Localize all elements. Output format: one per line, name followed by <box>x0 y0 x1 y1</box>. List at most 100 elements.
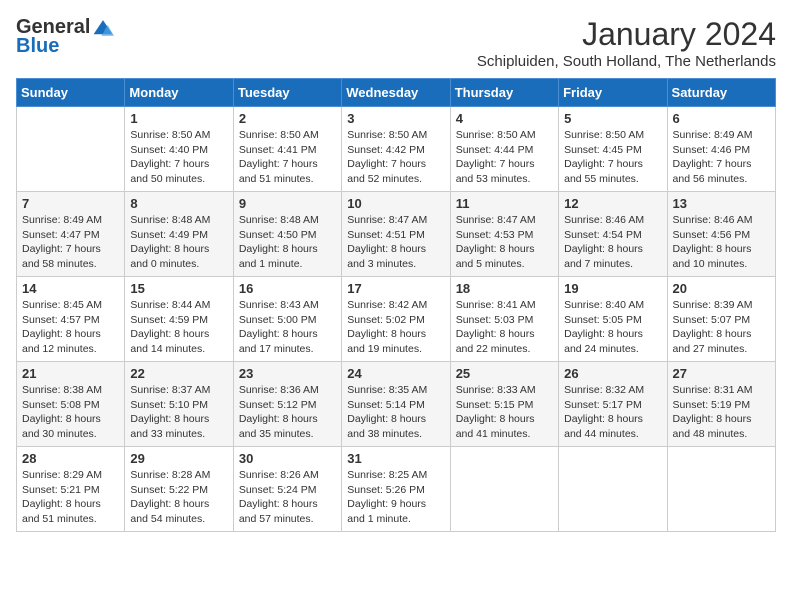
location: Schipluiden, South Holland, The Netherla… <box>477 53 776 70</box>
day-info: Sunrise: 8:44 AMSunset: 4:59 PMDaylight:… <box>130 298 227 357</box>
calendar-week-1: 1 Sunrise: 8:50 AMSunset: 4:40 PMDaylight… <box>17 107 776 192</box>
day-info: Sunrise: 8:25 AMSunset: 5:26 PMDaylight:… <box>347 468 444 527</box>
day-number: 7 <box>22 196 119 211</box>
day-number: 4 <box>456 111 553 126</box>
header-friday: Friday <box>559 79 667 107</box>
calendar-cell <box>17 107 125 192</box>
calendar-cell: 22 Sunrise: 8:37 AMSunset: 5:10 PMDayligh… <box>125 362 233 447</box>
day-number: 20 <box>673 281 770 296</box>
logo: General Blue <box>16 16 114 58</box>
day-info: Sunrise: 8:49 AMSunset: 4:46 PMDaylight:… <box>673 128 770 187</box>
calendar-cell: 8 Sunrise: 8:48 AMSunset: 4:49 PMDaylight… <box>125 192 233 277</box>
day-number: 2 <box>239 111 336 126</box>
day-info: Sunrise: 8:40 AMSunset: 5:05 PMDaylight:… <box>564 298 661 357</box>
calendar-cell: 25 Sunrise: 8:33 AMSunset: 5:15 PMDayligh… <box>450 362 558 447</box>
day-number: 30 <box>239 451 336 466</box>
day-number: 14 <box>22 281 119 296</box>
calendar-cell: 23Sunrise: 8:36 AMSunset: 5:12 PMDayligh… <box>233 362 341 447</box>
day-info: Sunrise: 8:37 AMSunset: 5:10 PMDaylight:… <box>130 383 227 442</box>
day-number: 6 <box>673 111 770 126</box>
day-info: Sunrise: 8:46 AMSunset: 4:56 PMDaylight:… <box>673 213 770 272</box>
calendar-cell: 18Sunrise: 8:41 AMSunset: 5:03 PMDayligh… <box>450 277 558 362</box>
day-number: 16 <box>239 281 336 296</box>
header-wednesday: Wednesday <box>342 79 450 107</box>
calendar-cell: 19 Sunrise: 8:40 AMSunset: 5:05 PMDayligh… <box>559 277 667 362</box>
day-number: 21 <box>22 366 119 381</box>
day-number: 22 <box>130 366 227 381</box>
calendar-week-5: 28 Sunrise: 8:29 AMSunset: 5:21 PMDayligh… <box>17 447 776 532</box>
day-number: 19 <box>564 281 661 296</box>
calendar-week-2: 7 Sunrise: 8:49 AMSunset: 4:47 PMDaylight… <box>17 192 776 277</box>
day-number: 12 <box>564 196 661 211</box>
header: General Blue January 2024 Schipluiden, S… <box>16 16 776 70</box>
calendar-cell: 17Sunrise: 8:42 AMSunset: 5:02 PMDayligh… <box>342 277 450 362</box>
day-info: Sunrise: 8:31 AMSunset: 5:19 PMDaylight:… <box>673 383 770 442</box>
day-number: 24 <box>347 366 444 381</box>
day-info: Sunrise: 8:48 AMSunset: 4:50 PMDaylight:… <box>239 213 336 272</box>
header-tuesday: Tuesday <box>233 79 341 107</box>
day-info: Sunrise: 8:39 AMSunset: 5:07 PMDaylight:… <box>673 298 770 357</box>
calendar-cell: 11 Sunrise: 8:47 AMSunset: 4:53 PMDayligh… <box>450 192 558 277</box>
day-number: 29 <box>130 451 227 466</box>
header-monday: Monday <box>125 79 233 107</box>
header-sunday: Sunday <box>17 79 125 107</box>
calendar-cell: 31Sunrise: 8:25 AMSunset: 5:26 PMDayligh… <box>342 447 450 532</box>
day-info: Sunrise: 8:49 AMSunset: 4:47 PMDaylight:… <box>22 213 119 272</box>
calendar-cell: 2 Sunrise: 8:50 AMSunset: 4:41 PMDaylight… <box>233 107 341 192</box>
calendar-header-row: SundayMondayTuesdayWednesdayThursdayFrid… <box>17 79 776 107</box>
day-info: Sunrise: 8:36 AMSunset: 5:12 PMDaylight:… <box>239 383 336 442</box>
calendar-cell: 16 Sunrise: 8:43 AMSunset: 5:00 PMDayligh… <box>233 277 341 362</box>
calendar-cell: 3Sunrise: 8:50 AMSunset: 4:42 PMDaylight… <box>342 107 450 192</box>
calendar-cell: 27 Sunrise: 8:31 AMSunset: 5:19 PMDayligh… <box>667 362 775 447</box>
calendar-week-4: 21Sunrise: 8:38 AMSunset: 5:08 PMDayligh… <box>17 362 776 447</box>
calendar-cell: 12 Sunrise: 8:46 AMSunset: 4:54 PMDayligh… <box>559 192 667 277</box>
day-number: 10 <box>347 196 444 211</box>
day-number: 9 <box>239 196 336 211</box>
calendar-cell: 26Sunrise: 8:32 AMSunset: 5:17 PMDayligh… <box>559 362 667 447</box>
day-info: Sunrise: 8:26 AMSunset: 5:24 PMDaylight:… <box>239 468 336 527</box>
day-info: Sunrise: 8:48 AMSunset: 4:49 PMDaylight:… <box>130 213 227 272</box>
calendar-cell: 29 Sunrise: 8:28 AMSunset: 5:22 PMDayligh… <box>125 447 233 532</box>
header-saturday: Saturday <box>667 79 775 107</box>
calendar-cell <box>559 447 667 532</box>
day-number: 25 <box>456 366 553 381</box>
header-thursday: Thursday <box>450 79 558 107</box>
calendar-cell: 28 Sunrise: 8:29 AMSunset: 5:21 PMDayligh… <box>17 447 125 532</box>
calendar-cell: 24Sunrise: 8:35 AMSunset: 5:14 PMDayligh… <box>342 362 450 447</box>
day-info: Sunrise: 8:47 AMSunset: 4:53 PMDaylight:… <box>456 213 553 272</box>
day-number: 1 <box>130 111 227 126</box>
day-number: 27 <box>673 366 770 381</box>
day-number: 5 <box>564 111 661 126</box>
day-info: Sunrise: 8:50 AMSunset: 4:40 PMDaylight:… <box>130 128 227 187</box>
day-number: 13 <box>673 196 770 211</box>
day-info: Sunrise: 8:50 AMSunset: 4:41 PMDaylight:… <box>239 128 336 187</box>
calendar-cell: 14 Sunrise: 8:45 AMSunset: 4:57 PMDayligh… <box>17 277 125 362</box>
calendar-cell: 5Sunrise: 8:50 AMSunset: 4:45 PMDaylight… <box>559 107 667 192</box>
day-info: Sunrise: 8:47 AMSunset: 4:51 PMDaylight:… <box>347 213 444 272</box>
day-number: 28 <box>22 451 119 466</box>
calendar-cell: 20 Sunrise: 8:39 AMSunset: 5:07 PMDayligh… <box>667 277 775 362</box>
calendar-cell <box>450 447 558 532</box>
calendar-cell: 30 Sunrise: 8:26 AMSunset: 5:24 PMDayligh… <box>233 447 341 532</box>
month-year: January 2024 <box>477 16 776 53</box>
title-block: January 2024 Schipluiden, South Holland,… <box>477 16 776 70</box>
day-info: Sunrise: 8:33 AMSunset: 5:15 PMDaylight:… <box>456 383 553 442</box>
calendar-table: SundayMondayTuesdayWednesdayThursdayFrid… <box>16 78 776 532</box>
day-info: Sunrise: 8:28 AMSunset: 5:22 PMDaylight:… <box>130 468 227 527</box>
calendar-cell: 10 Sunrise: 8:47 AMSunset: 4:51 PMDayligh… <box>342 192 450 277</box>
day-info: Sunrise: 8:29 AMSunset: 5:21 PMDaylight:… <box>22 468 119 527</box>
day-number: 11 <box>456 196 553 211</box>
calendar-cell: 13 Sunrise: 8:46 AMSunset: 4:56 PMDayligh… <box>667 192 775 277</box>
calendar-week-3: 14 Sunrise: 8:45 AMSunset: 4:57 PMDayligh… <box>17 277 776 362</box>
day-info: Sunrise: 8:46 AMSunset: 4:54 PMDaylight:… <box>564 213 661 272</box>
day-info: Sunrise: 8:43 AMSunset: 5:00 PMDaylight:… <box>239 298 336 357</box>
day-number: 15 <box>130 281 227 296</box>
day-info: Sunrise: 8:32 AMSunset: 5:17 PMDaylight:… <box>564 383 661 442</box>
logo-icon <box>92 17 114 39</box>
day-number: 8 <box>130 196 227 211</box>
day-info: Sunrise: 8:45 AMSunset: 4:57 PMDaylight:… <box>22 298 119 357</box>
calendar-cell <box>667 447 775 532</box>
day-info: Sunrise: 8:42 AMSunset: 5:02 PMDaylight:… <box>347 298 444 357</box>
calendar-cell: 6 Sunrise: 8:49 AMSunset: 4:46 PMDaylight… <box>667 107 775 192</box>
day-number: 3 <box>347 111 444 126</box>
